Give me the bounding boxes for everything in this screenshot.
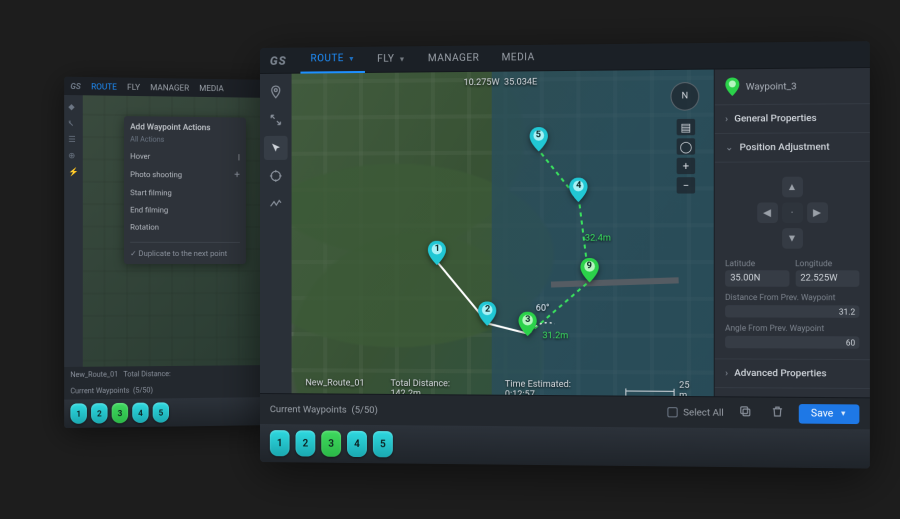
- save-button[interactable]: Save▼: [798, 404, 859, 424]
- segment-distance-1: 32.4m: [585, 234, 611, 244]
- waypoint-pin-5[interactable]: 4: [570, 177, 588, 201]
- latitude-label: Latitude: [725, 259, 789, 268]
- footer: Current Waypoints (5/50) Select All Save…: [260, 393, 870, 469]
- tab-route[interactable]: ROUTE▼: [301, 46, 366, 73]
- dpad-left[interactable]: ◀: [757, 202, 778, 223]
- waypoint-pin-4[interactable]: 9: [580, 258, 598, 282]
- tool-pointer[interactable]: [264, 136, 288, 160]
- longitude-field[interactable]: 22.525W: [795, 270, 859, 287]
- tab-manager[interactable]: MANAGER: [418, 45, 490, 72]
- back-window: GS ROUTE FLY MANAGER MEDIA ◆⭶☰⊕⚡ Add Way…: [64, 77, 278, 428]
- dist-prev-label: Distance From Prev. Waypoint: [725, 293, 859, 303]
- compass-icon[interactable]: N: [670, 82, 699, 111]
- dist-prev-slider[interactable]: 31.2: [725, 305, 859, 318]
- waypoint-pin-3[interactable]: 3: [519, 311, 537, 335]
- waypoint-chipbar: 1 2 3 4 5: [260, 424, 870, 469]
- back-logo: GS: [70, 81, 80, 90]
- zoom-controls: ▤ ◯ + −: [677, 119, 696, 194]
- zoom-globe-button[interactable]: ◯: [677, 138, 696, 154]
- action-rotation[interactable]: Rotation: [130, 218, 240, 235]
- chevron-down-icon: ▼: [398, 55, 405, 63]
- waypoint-chip-2[interactable]: 2: [296, 430, 316, 456]
- duplicate-checkbox[interactable]: Duplicate to the next point: [130, 242, 240, 258]
- chevron-down-icon: ▼: [348, 54, 355, 62]
- checkbox-icon: [668, 407, 678, 417]
- waypoint-chip-4[interactable]: 4: [347, 431, 367, 457]
- tool-rail: [260, 74, 292, 405]
- general-properties-toggle[interactable]: General Properties: [715, 104, 870, 134]
- waypoint-chip-1[interactable]: 1: [270, 430, 290, 456]
- waypoint-pin-6[interactable]: 5: [529, 127, 547, 151]
- coordinate-readout: 10.275W 35.034E: [464, 77, 538, 88]
- plus-icon[interactable]: +: [234, 170, 240, 181]
- nav-tabs: ROUTE▼ FLY▼ MANAGER MEDIA: [301, 44, 545, 73]
- dpad-up[interactable]: ▲: [782, 177, 803, 198]
- tab-fly[interactable]: FLY▼: [367, 46, 416, 73]
- waypoint-chip-3[interactable]: 3: [321, 431, 341, 457]
- selected-waypoint-name: Waypoint_3: [746, 81, 797, 93]
- tab-media[interactable]: MEDIA: [491, 44, 544, 71]
- dpad-right[interactable]: ▶: [807, 202, 828, 223]
- selected-waypoint-header: Waypoint_3: [715, 68, 870, 105]
- tool-waypoint-drop[interactable]: [264, 80, 288, 104]
- zoom-in-button[interactable]: +: [677, 158, 696, 174]
- map-viewport[interactable]: 10.275W 35.034E N ▤ ◯ + − 32.4m 31.2m 60…: [292, 70, 714, 408]
- position-adjustment-toggle[interactable]: Position Adjustment: [715, 133, 870, 163]
- segment-angle: 60°: [536, 304, 550, 314]
- tool-expand[interactable]: [264, 108, 288, 132]
- action-end-filming[interactable]: End filming: [130, 201, 240, 219]
- action-start-filming[interactable]: Start filming: [130, 184, 240, 202]
- action-photo[interactable]: Photo shooting+: [130, 165, 240, 185]
- back-tool-rail: ◆⭶☰⊕⚡: [64, 95, 83, 382]
- main-window: GS ROUTE▼ FLY▼ MANAGER MEDIA: [260, 41, 870, 468]
- chevron-down-icon: ▼: [840, 409, 847, 417]
- angle-prev-label: Angle From Prev. Waypoint: [725, 324, 859, 334]
- action-hover[interactable]: Hover|: [130, 148, 240, 166]
- latitude-field[interactable]: 35.00N: [725, 270, 789, 286]
- delete-button[interactable]: [766, 403, 788, 424]
- angle-prev-slider[interactable]: 60: [725, 336, 859, 349]
- position-dpad: ▲ ▼ ◀ ▶ ·: [750, 177, 833, 249]
- waypoint-pin-2[interactable]: 2: [479, 301, 497, 325]
- waypoints-count: Current Waypoints (5/50): [270, 404, 378, 416]
- waypoint-actions-popup: Add Waypoint Actions All Actions Hover| …: [124, 116, 246, 264]
- longitude-label: Longitude: [795, 259, 859, 268]
- back-nav: ROUTE FLY MANAGER MEDIA: [87, 82, 228, 93]
- app-logo: GS: [270, 53, 287, 67]
- waypoint-icon: [725, 77, 739, 96]
- tool-target[interactable]: [264, 164, 288, 188]
- advanced-properties-toggle[interactable]: Advanced Properties: [715, 359, 870, 389]
- popup-title: Add Waypoint Actions: [130, 122, 240, 132]
- zoom-out-button[interactable]: −: [677, 177, 696, 193]
- segment-distance-2: 31.2m: [542, 331, 568, 341]
- waypoint-pin-1[interactable]: 1: [428, 241, 446, 265]
- copy-button[interactable]: [734, 403, 756, 424]
- select-all-checkbox[interactable]: Select All: [668, 407, 724, 419]
- dpad-down[interactable]: ▼: [782, 228, 803, 249]
- popup-subtitle-all: All Actions: [130, 135, 240, 144]
- satellite-layer: [292, 70, 714, 408]
- properties-panel: Waypoint_3 General Properties Position A…: [714, 68, 870, 409]
- back-waypoint-chips: 1 2 3 4 5: [64, 397, 278, 428]
- dpad-center[interactable]: ·: [782, 202, 803, 223]
- zoom-layers-button[interactable]: ▤: [677, 119, 696, 135]
- waypoint-chip-5[interactable]: 5: [373, 431, 393, 457]
- tool-zigzag[interactable]: [264, 192, 288, 216]
